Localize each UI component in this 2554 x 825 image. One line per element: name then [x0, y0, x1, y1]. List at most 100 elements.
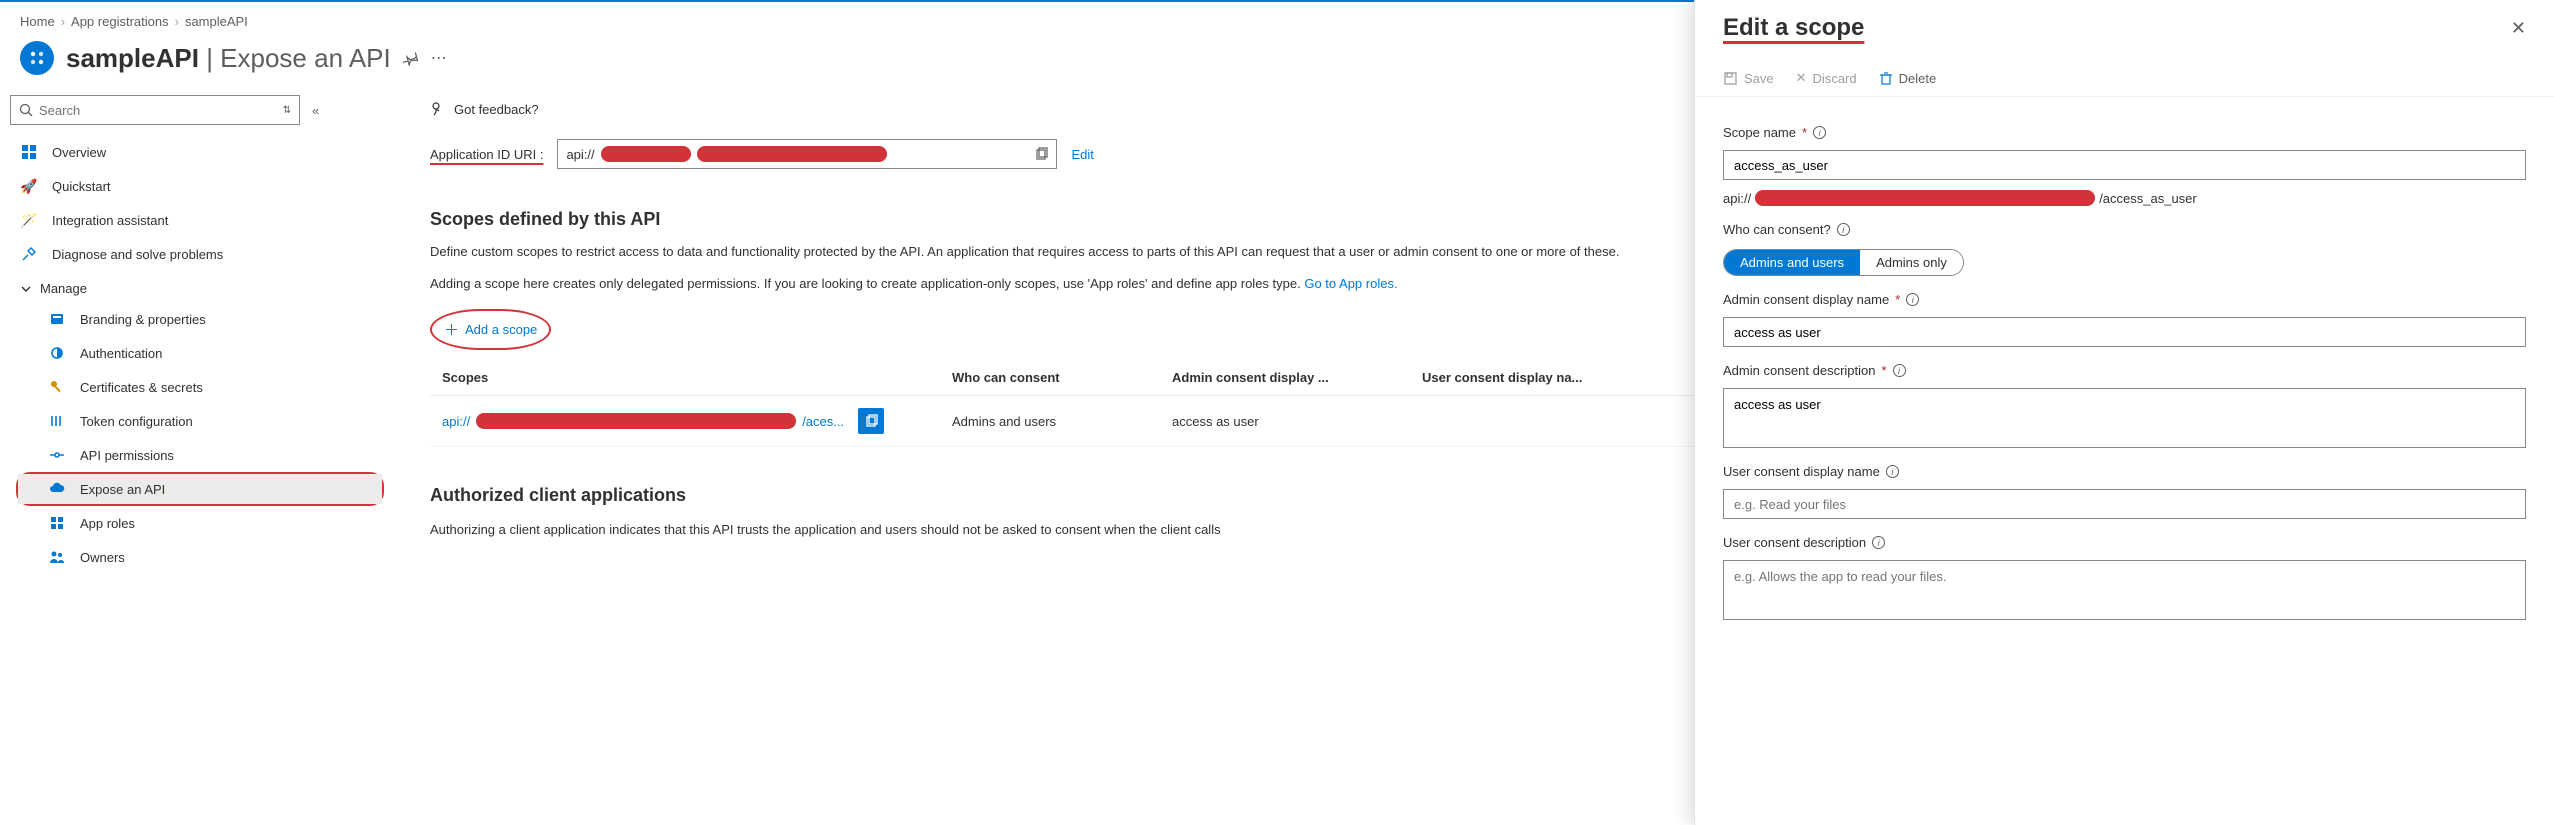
overview-icon: [20, 143, 38, 161]
scope-uri-preview: api:// /access_as_user: [1723, 186, 2526, 206]
label-text: Scope name: [1723, 125, 1796, 140]
sidebar-item-owners[interactable]: Owners: [10, 540, 390, 574]
label-text: Who can consent?: [1723, 222, 1831, 237]
cell-admin-disp: access as user: [1160, 396, 1410, 447]
sidebar-group-label: Manage: [40, 281, 87, 296]
sidebar: ⇅ « Overview 🚀 Quickstart 🪄 Integration …: [0, 91, 400, 825]
info-icon[interactable]: i: [1813, 126, 1826, 139]
sidebar-item-integration[interactable]: 🪄 Integration assistant: [10, 203, 390, 237]
close-icon[interactable]: ✕: [2511, 18, 2526, 39]
label-text: Admin consent display name: [1723, 292, 1889, 307]
info-icon[interactable]: i: [1886, 465, 1899, 478]
redacted-content: [1755, 190, 2095, 206]
page-title-section: Expose an API: [220, 43, 391, 73]
app-id-box: api://: [557, 139, 1057, 169]
megaphone-icon: [430, 101, 446, 117]
sidebar-item-auth[interactable]: Authentication: [10, 336, 390, 370]
chevron-down-icon: [20, 283, 32, 295]
sidebar-item-approles[interactable]: App roles: [10, 506, 390, 540]
delete-button[interactable]: Delete: [1879, 71, 1937, 86]
redacted-content: [476, 413, 796, 429]
sidebar-group-manage[interactable]: Manage: [10, 271, 390, 302]
admin-display-input[interactable]: [1723, 317, 2526, 347]
scope-name-label: Scope name * i: [1723, 115, 2526, 140]
col-consent[interactable]: Who can consent: [940, 360, 1160, 396]
sidebar-item-label: Certificates & secrets: [80, 380, 203, 395]
sidebar-item-label: Branding & properties: [80, 312, 206, 327]
admin-desc-textarea[interactable]: [1723, 388, 2526, 448]
info-icon[interactable]: i: [1837, 223, 1850, 236]
authorized-apps-desc: Authorizing a client application indicat…: [430, 520, 1630, 552]
copy-icon[interactable]: [1034, 147, 1048, 161]
sidebar-item-diagnose[interactable]: Diagnose and solve problems: [10, 237, 390, 271]
info-icon[interactable]: i: [1872, 536, 1885, 549]
copy-scope-icon[interactable]: [858, 408, 884, 434]
breadcrumb-sep: ›: [61, 14, 65, 29]
sidebar-item-quickstart[interactable]: 🚀 Quickstart: [10, 169, 390, 203]
flyout-body: Scope name * i api:// /access_as_user Wh…: [1695, 97, 2554, 638]
scopes-desc2-text: Adding a scope here creates only delegat…: [430, 276, 1304, 291]
save-button[interactable]: Save: [1723, 71, 1774, 86]
sidebar-item-certs[interactable]: Certificates & secrets: [10, 370, 390, 404]
flyout-toolbar: Save ✕ Discard Delete: [1695, 42, 2554, 97]
wand-icon: 🪄: [20, 211, 38, 229]
sidebar-item-overview[interactable]: Overview: [10, 135, 390, 169]
sidebar-item-apiperm[interactable]: API permissions: [10, 438, 390, 472]
col-scopes[interactable]: Scopes: [430, 360, 940, 396]
discard-button[interactable]: ✕ Discard: [1796, 70, 1857, 86]
scope-prefix: api://: [442, 414, 470, 429]
save-icon: [1723, 71, 1738, 86]
collapse-sidebar-icon[interactable]: «: [312, 103, 319, 118]
required-asterisk: *: [1895, 292, 1900, 307]
user-display-label: User consent display name i: [1723, 454, 2526, 479]
sidebar-item-label: Owners: [80, 550, 125, 565]
trash-icon: [1879, 71, 1893, 85]
people-icon: [48, 548, 66, 566]
cell-consent: Admins and users: [940, 396, 1160, 447]
search-icon: [19, 103, 33, 117]
sidebar-search[interactable]: ⇅: [10, 95, 300, 125]
sidebar-item-label: Integration assistant: [52, 213, 168, 228]
scope-link[interactable]: api:// /aces...: [442, 408, 928, 434]
page-title-appname: sampleAPI: [66, 43, 199, 73]
consent-option-admins-only[interactable]: Admins only: [1860, 250, 1963, 275]
sidebar-item-expose-highlighted: Expose an API: [16, 472, 384, 506]
col-admin-display[interactable]: Admin consent display ...: [1160, 360, 1410, 396]
breadcrumb-home[interactable]: Home: [20, 14, 55, 29]
add-scope-button[interactable]: ＋ Add a scope: [430, 309, 551, 350]
breadcrumb-sep: ›: [175, 14, 179, 29]
who-consent-label: Who can consent? i: [1723, 212, 2526, 237]
breadcrumb-appreg[interactable]: App registrations: [71, 14, 169, 29]
key-icon: [48, 378, 66, 396]
sidebar-item-label: Expose an API: [80, 482, 165, 497]
search-input[interactable]: [39, 103, 277, 118]
scope-suffix: /aces...: [802, 414, 844, 429]
page-title: sampleAPI | Expose an API: [66, 43, 391, 74]
more-icon[interactable]: ⋯: [431, 48, 447, 68]
consent-option-admins-users[interactable]: Admins and users: [1724, 250, 1860, 275]
scope-name-input[interactable]: [1723, 150, 2526, 180]
consent-toggle: Admins and users Admins only: [1723, 249, 1964, 276]
go-app-roles-link[interactable]: Go to App roles.: [1304, 276, 1397, 291]
sidebar-item-expose[interactable]: Expose an API: [18, 474, 382, 504]
label-text: User consent display name: [1723, 464, 1880, 479]
label-text: User consent description: [1723, 535, 1866, 550]
info-icon[interactable]: i: [1893, 364, 1906, 377]
app-id-label: Application ID URI :: [430, 147, 543, 162]
redacted-content: [697, 146, 887, 162]
required-asterisk: *: [1881, 363, 1886, 378]
sidebar-item-label: Authentication: [80, 346, 162, 361]
scope-uri-prefix: api://: [1723, 191, 1751, 206]
sidebar-item-token[interactable]: Token configuration: [10, 404, 390, 438]
info-icon[interactable]: i: [1906, 293, 1919, 306]
pin-icon[interactable]: [403, 50, 419, 66]
sidebar-item-branding[interactable]: Branding & properties: [10, 302, 390, 336]
scopes-description-2: Adding a scope here creates only delegat…: [430, 274, 1630, 306]
admin-desc-label: Admin consent description * i: [1723, 353, 2526, 378]
tools-icon: [20, 245, 38, 263]
breadcrumb-current: sampleAPI: [185, 14, 248, 29]
user-desc-textarea[interactable]: [1723, 560, 2526, 620]
edit-app-id-link[interactable]: Edit: [1071, 147, 1093, 162]
user-display-input[interactable]: [1723, 489, 2526, 519]
token-icon: [48, 412, 66, 430]
